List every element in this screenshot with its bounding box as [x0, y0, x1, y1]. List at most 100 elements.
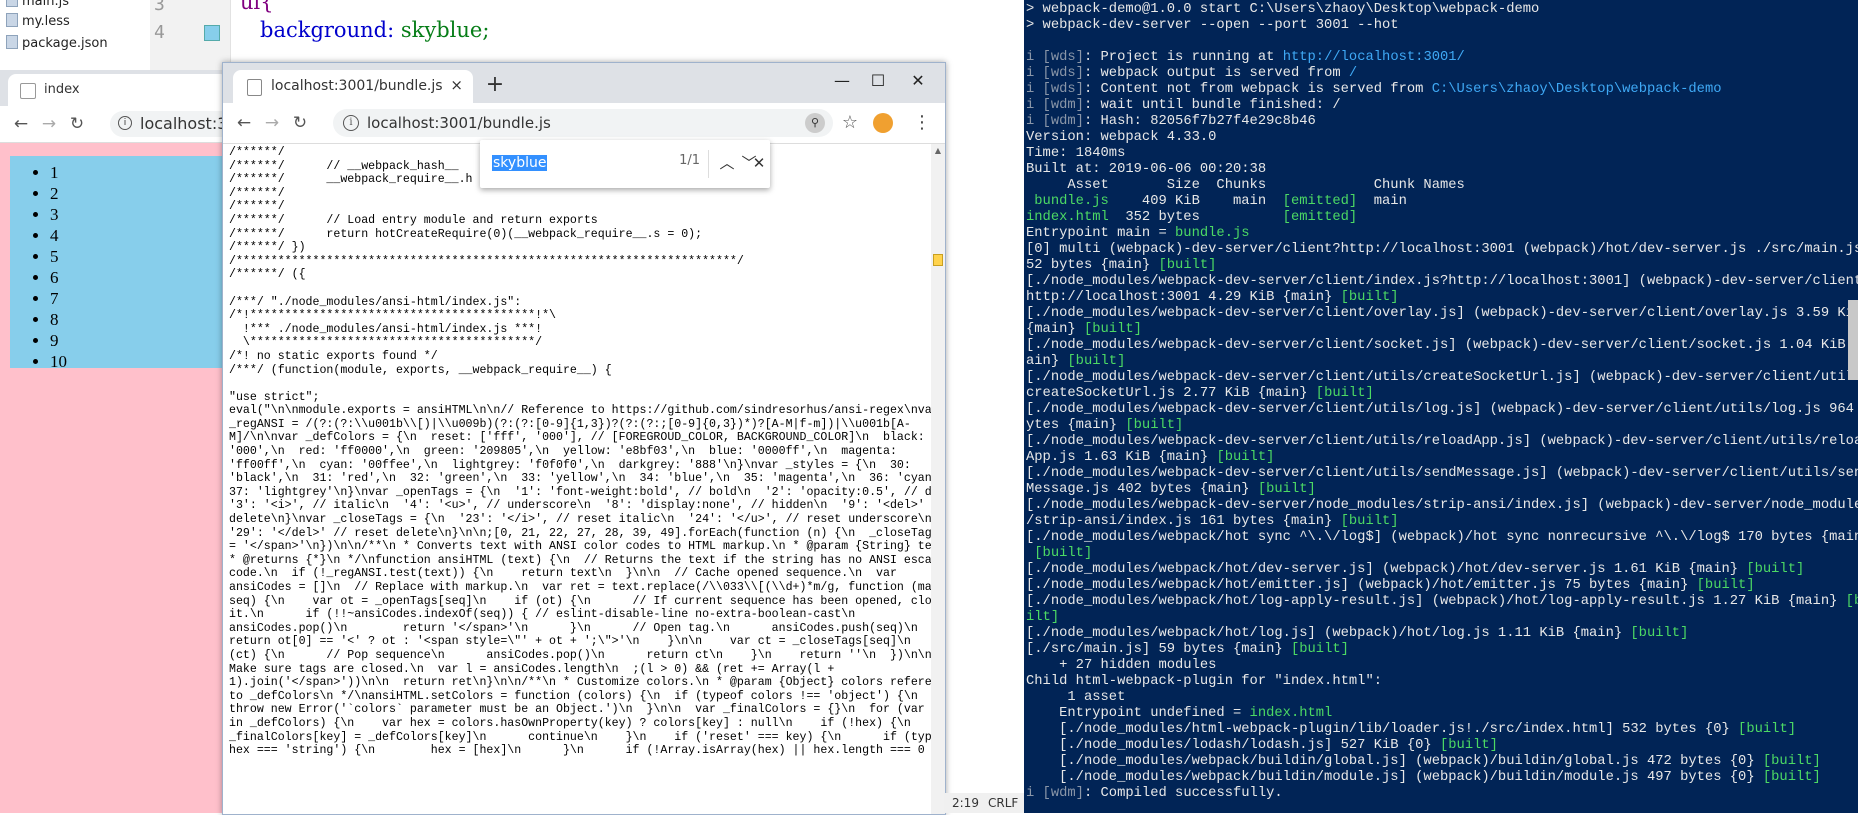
- bookmark-star-icon[interactable]: ☆: [839, 112, 861, 134]
- source-line: '000',\n red: 'ff0000',\n green: '209805…: [229, 445, 897, 459]
- back-arrow-icon[interactable]: ←: [10, 113, 32, 135]
- vertical-scrollbar[interactable]: ▲: [931, 144, 945, 814]
- close-icon[interactable]: ✕: [903, 69, 933, 93]
- source-line: return ot[0] == '<' ? ot : '<span style=…: [229, 635, 931, 649]
- terminal-line: Entrypoint main = bundle.js: [1026, 226, 1250, 241]
- terminal-line: Time: 1840ms: [1026, 146, 1126, 161]
- source-line: '29': '</del>' // reset delete\n}\n\n;[0…: [229, 526, 931, 540]
- tab-bundle-js[interactable]: localhost:3001/bundle.js ×: [233, 70, 473, 103]
- source-line: to _defColors\n */\nansiHTML.setColors =…: [229, 689, 918, 703]
- source-text: /******//******/ // __webpack_hash__/***…: [229, 146, 931, 758]
- terminal-line: [./node_modules/webpack/buildin/module.j…: [1026, 770, 1821, 785]
- terminal-line: Child html-webpack-plugin for "index.htm…: [1026, 674, 1383, 689]
- source-line: 'black',\n 31: 'red',\n 32: 'green',\n 3…: [229, 472, 931, 486]
- reload-icon[interactable]: ↻: [289, 112, 311, 134]
- terminal-line: [./src/main.js] 59 bytes {main} [built]: [1026, 642, 1349, 657]
- source-line: code.\n if (!_regANSI.test(text)) {\n re…: [229, 567, 897, 581]
- source-line: (ct) {\n // Pop sequence\n ansiCodes.pop…: [229, 648, 931, 662]
- menu-icon[interactable]: ⋮: [913, 111, 931, 135]
- terminal-scrollbar[interactable]: [1848, 300, 1858, 380]
- find-lens-icon[interactable]: ⚲: [805, 113, 825, 133]
- source-line: !*** ./node_modules/ansi-html/index.js *…: [229, 322, 543, 336]
- list-item: 7: [50, 288, 240, 309]
- terminal-line: /strip-ansi/index.js 161 bytes {main} [b…: [1026, 514, 1399, 529]
- extension-icon[interactable]: [873, 113, 893, 133]
- maximize-icon[interactable]: ☐: [863, 69, 893, 93]
- source-line: [229, 377, 931, 391]
- terminal-line: [0] multi (webpack)-dev-server/client?ht…: [1026, 242, 1858, 257]
- page-source-content[interactable]: /******//******/ // __webpack_hash__/***…: [223, 144, 931, 814]
- terminal-line: > webpack-dev-server --open --port 3001 …: [1026, 18, 1399, 33]
- tab-close-icon[interactable]: ×: [450, 76, 463, 94]
- source-line: /******/ // Load entry module and return…: [229, 213, 598, 227]
- terminal-line: Entrypoint undefined = index.html: [1026, 706, 1333, 721]
- source-line: /******/ ({: [229, 268, 306, 282]
- source-line: _finalColors[key] = _defColors[key]\n co…: [229, 730, 931, 744]
- back-arrow-icon[interactable]: ←: [233, 112, 255, 134]
- file-item[interactable]: my.less: [6, 12, 70, 32]
- terminal-output: > webpack-demo@1.0.0 start C:\Users\zhao…: [1026, 2, 1858, 802]
- info-icon[interactable]: i: [343, 115, 359, 131]
- terminal-line: [./node_modules/webpack/hot/log-apply-re…: [1026, 594, 1858, 609]
- terminal-line: [./node_modules/webpack-dev-server/clien…: [1026, 338, 1858, 353]
- terminal-line: Version: webpack 4.33.0: [1026, 130, 1217, 145]
- list-item: 3: [50, 204, 240, 225]
- file-item[interactable]: main.js: [6, 0, 69, 12]
- terminal-line: Message.js 402 bytes {main} [built]: [1026, 482, 1316, 497]
- editor-status-bar: 2:19 CRLF: [944, 793, 1024, 813]
- source-line: _regANSI = /(?:(?:\\u001b\\[)|\\u009b)(?…: [229, 417, 911, 431]
- line-gutter: 3 4: [150, 0, 231, 70]
- terminal-line: [./node_modules/webpack/hot/emitter.js] …: [1026, 578, 1755, 593]
- minimize-icon[interactable]: —: [827, 69, 857, 93]
- find-input[interactable]: skyblue: [492, 152, 642, 174]
- reload-icon[interactable]: ↻: [66, 113, 88, 135]
- source-line: it.\n if (!!~ansiCodes.indexOf(seq)) { /…: [229, 608, 856, 622]
- terminal-line: [./node_modules/webpack-dev-server/clien…: [1026, 466, 1858, 481]
- scroll-thumb[interactable]: [933, 254, 943, 266]
- browser-toolbar: ← → ↻ i localhost:3001/bundle.js ⚲ ☆ ⋮: [223, 103, 945, 144]
- terminal-line: 1 asset: [1026, 690, 1126, 705]
- terminal-line: [./node_modules/webpack/hot sync ^\.\/lo…: [1026, 530, 1858, 545]
- source-line: /******/ }): [229, 241, 306, 255]
- terminal-window[interactable]: > webpack-demo@1.0.0 start C:\Users\zhao…: [1024, 0, 1858, 813]
- terminal-line: Asset Size Chunks Chunk Names: [1026, 178, 1465, 193]
- code-area[interactable]: ul{ background: skyblue;: [240, 0, 1020, 70]
- terminal-line: ain} [built]: [1026, 354, 1126, 369]
- tab-bar: index: [0, 70, 240, 106]
- source-line: /******/ return hotCreateRequire(0)(__we…: [229, 227, 703, 241]
- terminal-line: [./node_modules/webpack-dev-server/clien…: [1026, 370, 1858, 385]
- source-line: /******/: [229, 200, 285, 214]
- file-item[interactable]: package.json: [6, 34, 108, 54]
- close-find-icon[interactable]: ✕: [748, 152, 770, 174]
- terminal-line: App.js 1.63 KiB {main} [built]: [1026, 450, 1275, 465]
- chevron-up-icon[interactable]: ︿: [716, 152, 738, 174]
- terminal-line: index.html 352 bytes [emitted]: [1026, 210, 1358, 225]
- numbered-list: 12345678910: [10, 156, 240, 371]
- tab-index[interactable]: index: [8, 74, 228, 106]
- source-line: /******/: [229, 186, 285, 200]
- forward-arrow-icon[interactable]: →: [261, 112, 283, 134]
- source-line: [229, 282, 931, 296]
- scroll-up-icon[interactable]: ▲: [933, 146, 943, 156]
- source-line: Make sure tags are closed.\n var l = ans…: [229, 662, 835, 676]
- source-line: ansiCodes.pop()\n return '</span>'\n }\n…: [229, 621, 918, 635]
- line-ending[interactable]: CRLF: [988, 796, 1018, 810]
- list-item: 9: [50, 330, 240, 351]
- source-line: /*!*************************************…: [229, 309, 556, 323]
- source-line: throw new Error('`colors` parameter must…: [229, 703, 931, 717]
- list-item: 6: [50, 267, 240, 288]
- forward-arrow-icon[interactable]: →: [38, 113, 60, 135]
- find-match-count: 1/1: [679, 153, 700, 168]
- js-file-icon: [6, 0, 18, 7]
- terminal-line: [./node_modules/webpack-dev-server/node_…: [1026, 498, 1858, 513]
- address-bar[interactable]: i localhost:30: [110, 111, 240, 137]
- file-tree: main.js my.less package.json: [0, 0, 150, 70]
- source-line: /***/ "./node_modules/ansi-html/index.js…: [229, 295, 522, 309]
- source-line: hex === 'string') {\n hex = [hex]\n }\n …: [229, 744, 931, 758]
- address-bar[interactable]: i localhost:3001/bundle.js ⚲: [333, 109, 833, 137]
- list-item: 1: [50, 162, 240, 183]
- new-tab-button[interactable]: +: [483, 73, 507, 97]
- terminal-line: 52 bytes {main} [built]: [1026, 258, 1217, 273]
- terminal-line: [./node_modules/webpack/hot/dev-server.j…: [1026, 562, 1805, 577]
